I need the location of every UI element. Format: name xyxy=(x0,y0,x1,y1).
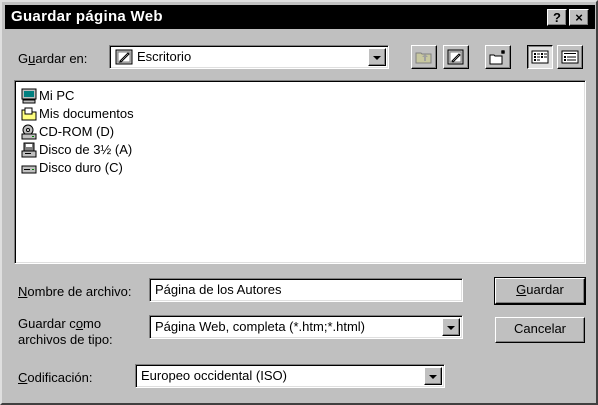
search-web-icon xyxy=(447,49,464,65)
save-in-dropdown-button[interactable] xyxy=(368,48,386,66)
details-view-icon xyxy=(561,50,579,64)
documents-folder-icon xyxy=(21,107,37,121)
help-icon: ? xyxy=(553,10,561,25)
cancel-button[interactable]: Cancelar xyxy=(495,317,585,343)
search-web-button[interactable] xyxy=(443,45,469,69)
encoding-value: Europeo occidental (ISO) xyxy=(141,368,287,383)
save-button[interactable]: Guardar xyxy=(494,277,586,305)
filename-value: Página de los Autores xyxy=(155,282,282,297)
up-one-level-button[interactable] xyxy=(411,45,437,69)
window-title: Guardar página Web xyxy=(11,8,163,25)
save-in-combobox[interactable]: Escritorio xyxy=(109,45,389,69)
filename-label: Nombre de archivo: xyxy=(18,284,132,299)
filetype-dropdown-button[interactable] xyxy=(442,318,460,336)
save-in-label: Guardar en: xyxy=(18,51,88,66)
filetype-label: Guardar como archivos de tipo: xyxy=(18,316,113,347)
details-view-button[interactable] xyxy=(557,45,583,69)
filetype-value: Página Web, completa (*.htm;*.html) xyxy=(155,319,366,334)
encoding-combobox[interactable]: Europeo occidental (ISO) xyxy=(135,364,445,388)
file-list[interactable]: Mi PC Mis documentos CD-ROM (D) Disco de… xyxy=(14,80,586,264)
filetype-combobox[interactable]: Página Web, completa (*.htm;*.html) xyxy=(149,315,463,339)
save-in-value: Escritorio xyxy=(137,49,192,64)
close-button[interactable]: × xyxy=(569,9,589,26)
encoding-label: Codificación: xyxy=(18,370,93,385)
list-view-button[interactable] xyxy=(527,45,553,69)
floppy-drive-icon xyxy=(21,142,37,158)
help-button[interactable]: ? xyxy=(547,9,567,26)
up-one-level-icon xyxy=(415,52,432,64)
desktop-icon xyxy=(115,48,133,69)
hard-drive-icon xyxy=(21,165,37,174)
new-folder-icon xyxy=(489,50,505,65)
list-view-icon xyxy=(531,50,549,64)
cdrom-drive-icon xyxy=(21,124,37,140)
new-folder-button[interactable] xyxy=(485,45,511,69)
save-web-page-dialog: Guardar página Web ? × Guardar en: Escri… xyxy=(0,0,598,405)
filename-input[interactable]: Página de los Autores xyxy=(149,278,463,302)
computer-icon xyxy=(21,88,37,104)
close-icon: × xyxy=(575,10,583,25)
title-bar[interactable]: Guardar página Web ? × xyxy=(5,5,595,29)
encoding-dropdown-button[interactable] xyxy=(424,367,442,385)
